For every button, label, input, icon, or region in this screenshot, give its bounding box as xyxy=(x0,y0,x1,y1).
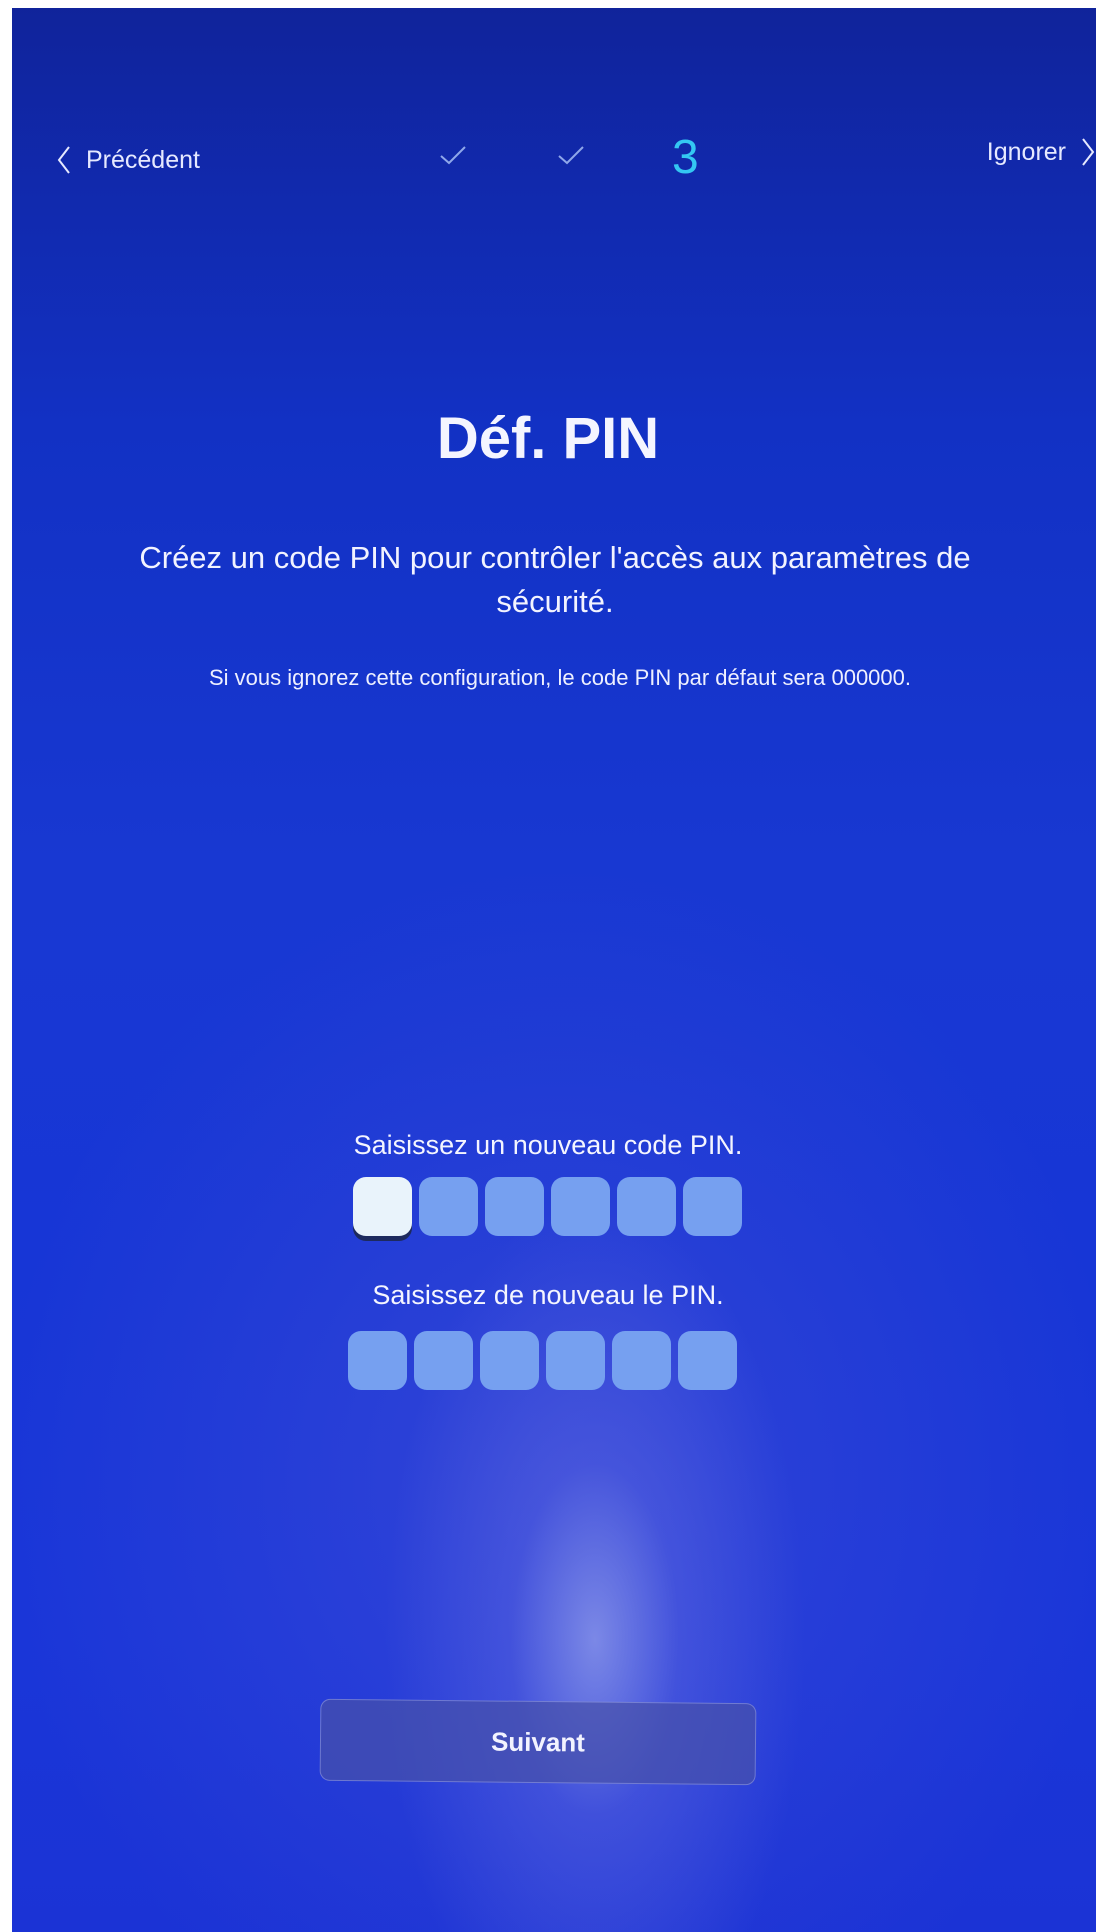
page-description: Créez un code PIN pour contrôler l'accès… xyxy=(139,540,971,619)
screen-frame-left xyxy=(0,0,12,1932)
confirm-pin-digit-4[interactable] xyxy=(546,1331,605,1390)
confirm-pin-digit-3[interactable] xyxy=(480,1331,539,1390)
new-pin-digit-3[interactable] xyxy=(485,1177,544,1236)
default-pin-note: Si vous ignorez cette configuration, le … xyxy=(209,665,911,690)
new-pin-digit-6[interactable] xyxy=(683,1177,742,1236)
confirm-pin-input[interactable] xyxy=(348,1331,737,1390)
new-pin-digit-5[interactable] xyxy=(617,1177,676,1236)
chevron-right-icon xyxy=(1080,137,1096,167)
confirm-pin-digit-6[interactable] xyxy=(678,1331,737,1390)
new-pin-label: Saisissez un nouveau code PIN. xyxy=(353,1130,743,1160)
skip-button[interactable]: Ignorer xyxy=(987,132,1096,172)
skip-label: Ignorer xyxy=(986,137,1066,166)
screen-frame-top xyxy=(0,0,1096,8)
current-step-number: 3 xyxy=(672,131,699,184)
new-pin-digit-2[interactable] xyxy=(419,1177,478,1236)
confirm-pin-digit-2[interactable] xyxy=(414,1331,473,1390)
back-button[interactable]: Précédent xyxy=(56,140,200,180)
confirm-pin-label: Saisissez de nouveau le PIN. xyxy=(372,1280,724,1310)
back-label: Précédent xyxy=(86,145,200,174)
step-2-check-icon xyxy=(556,144,586,171)
new-pin-digit-1[interactable] xyxy=(353,1177,412,1236)
chevron-left-icon xyxy=(56,145,72,175)
step-indicator: 3 xyxy=(438,128,718,188)
step-1-check-icon xyxy=(438,144,468,171)
new-pin-digit-4[interactable] xyxy=(551,1177,610,1236)
confirm-pin-digit-1[interactable] xyxy=(348,1331,407,1390)
next-button[interactable]: Suivant xyxy=(319,1698,757,1786)
page-title: Déf. PIN xyxy=(436,406,660,471)
confirm-pin-digit-5[interactable] xyxy=(612,1331,671,1390)
new-pin-input[interactable] xyxy=(353,1177,742,1236)
